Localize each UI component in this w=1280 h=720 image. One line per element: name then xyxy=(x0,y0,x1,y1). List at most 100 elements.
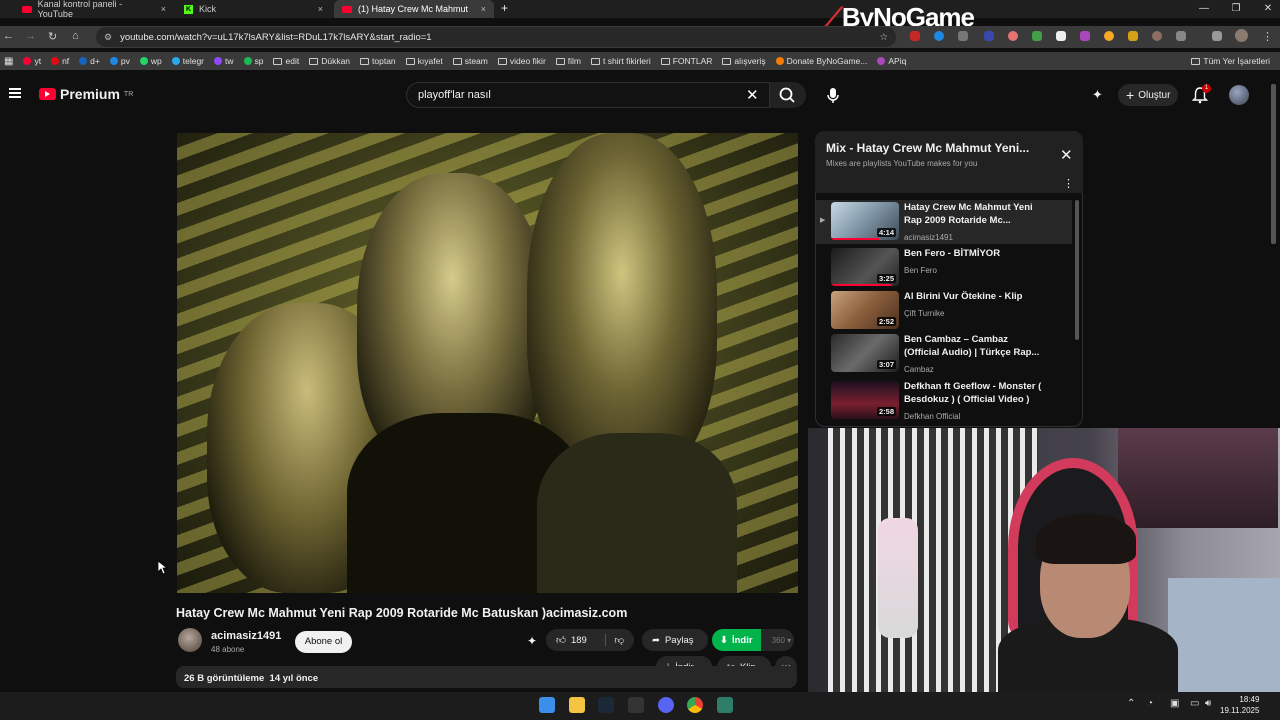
extension-icon[interactable] xyxy=(1128,31,1138,41)
video-thumbnail[interactable]: 3:25 xyxy=(831,248,899,286)
bookmark-pv[interactable]: pv xyxy=(109,56,130,66)
browser-menu-icon[interactable]: ⋮ xyxy=(1262,30,1273,43)
playlist-item-title[interactable]: Al Birini Vur Ötekine - Klip xyxy=(904,290,1044,303)
system-clock[interactable]: 18:49 19.11.2025 xyxy=(1220,694,1259,716)
extension-icon[interactable] xyxy=(1032,31,1042,41)
bookmark-folder-toptan[interactable]: toptan xyxy=(360,56,396,66)
extensions-puzzle-icon[interactable] xyxy=(1176,31,1186,41)
bookmark-yt[interactable]: yt xyxy=(23,56,41,66)
create-button[interactable]: + Oluştur xyxy=(1118,84,1179,106)
extension-icon[interactable] xyxy=(934,31,944,41)
extension-icon[interactable] xyxy=(910,31,920,41)
tab-kick[interactable]: K Kick × xyxy=(176,0,331,18)
bookmark-folder-steam[interactable]: steam xyxy=(452,56,488,66)
playlist-item[interactable]: 3:07 Ben Cambaz – Cambaz (Official Audio… xyxy=(816,332,1072,376)
apps-grid-icon[interactable]: ▦ xyxy=(4,56,13,67)
discord-icon[interactable] xyxy=(658,697,674,713)
bookmark-star-icon[interactable]: ☆ xyxy=(879,32,888,43)
video-thumbnail[interactable]: 3:07 xyxy=(831,334,899,372)
all-bookmarks-folder[interactable]: Tüm Yer İşaretleri xyxy=(1191,56,1270,66)
playlist-item-title[interactable]: Ben Fero - BİTMİYOR xyxy=(904,247,1044,260)
file-explorer-icon[interactable] xyxy=(569,697,585,713)
bookmark-folder-video-fikir[interactable]: video fikir xyxy=(497,56,546,66)
bookmark-wp[interactable]: wp xyxy=(139,56,162,66)
tab-current-video[interactable]: (1) Hatay Crew Mc Mahmut × xyxy=(334,0,494,18)
bookmark-folder-dukkan[interactable]: Dükkan xyxy=(309,56,350,66)
bookmark-tw[interactable]: tw xyxy=(214,56,234,66)
tray-app-icon[interactable]: ▣ xyxy=(1170,698,1179,709)
terminal-icon[interactable] xyxy=(628,697,644,713)
video-thumbnail[interactable]: 4:14 xyxy=(831,202,899,240)
tab-close-icon[interactable]: × xyxy=(481,4,486,14)
bookmark-folder-kiyafet[interactable]: kıyafet xyxy=(405,56,443,66)
quality-select[interactable]: 360 ▾ xyxy=(766,636,792,645)
ask-ai-icon[interactable]: ✦ xyxy=(527,634,537,648)
mix-title[interactable]: Mix - Hatay Crew Mc Mahmut Yeni... xyxy=(826,141,1029,155)
playlist-item-title[interactable]: Hatay Crew Mc Mahmut Yeni Rap 2009 Rotar… xyxy=(904,201,1044,227)
url-text[interactable]: youtube.com/watch?v=uL17k7lsARY&list=RDu… xyxy=(120,32,431,43)
download-extension-button[interactable]: ⬇ İndir 360 ▾ xyxy=(712,629,794,651)
subscribe-button[interactable]: Abone ol xyxy=(295,631,352,653)
channel-name[interactable]: acimasiz1491 xyxy=(211,630,281,642)
extension-icon[interactable] xyxy=(1104,31,1114,41)
tray-app-icon[interactable]: ◔ xyxy=(1147,698,1153,709)
playlist-item[interactable]: 2:52 Al Birini Vur Ötekine - Klip Çift T… xyxy=(816,289,1072,333)
tab-close-icon[interactable]: × xyxy=(318,4,323,14)
back-icon[interactable]: ← xyxy=(3,30,14,42)
video-thumbnail[interactable]: 2:52 xyxy=(831,291,899,329)
app-icon[interactable] xyxy=(717,697,733,713)
channel-avatar[interactable] xyxy=(178,628,202,652)
extension-icon[interactable] xyxy=(1080,31,1090,41)
tab-close-icon[interactable]: × xyxy=(161,4,166,14)
bookmark-folder-film[interactable]: film xyxy=(555,56,581,66)
new-tab-button[interactable]: + xyxy=(501,1,508,15)
extension-icon[interactable] xyxy=(958,31,968,41)
account-avatar[interactable] xyxy=(1229,85,1249,105)
restore-button[interactable]: ❐ xyxy=(1220,0,1252,18)
page-scrollbar[interactable] xyxy=(1271,84,1276,244)
steam-icon[interactable] xyxy=(598,697,614,713)
minimize-button[interactable]: — xyxy=(1188,0,1220,18)
volume-icon[interactable]: 🔊︎ xyxy=(1205,698,1211,709)
close-mix-icon[interactable]: ✕ xyxy=(1060,146,1073,164)
bookmark-apiq[interactable]: APiq xyxy=(877,56,906,66)
extension-icon[interactable] xyxy=(1008,31,1018,41)
search-input[interactable]: playoff'lar nasıl xyxy=(406,82,770,108)
windows-start-icon[interactable] xyxy=(539,697,555,713)
menu-icon[interactable] xyxy=(9,88,21,98)
network-icon[interactable]: ▭ xyxy=(1190,698,1199,709)
mix-scrollbar[interactable] xyxy=(1075,200,1079,340)
ai-sparkle-icon[interactable]: ✦ xyxy=(1092,87,1103,103)
video-player[interactable] xyxy=(177,133,798,593)
playlist-item[interactable]: ▶ 4:14 Hatay Crew Mc Mahmut Yeni Rap 200… xyxy=(816,200,1072,244)
chrome-icon[interactable] xyxy=(687,697,703,713)
playlist-item[interactable]: 3:25 Ben Fero - BİTMİYOR Ben Fero xyxy=(816,246,1072,290)
tab-channel-dashboard[interactable]: Kanal kontrol paneli - YouTube × xyxy=(14,0,174,19)
search-button[interactable] xyxy=(770,82,806,108)
mix-menu-icon[interactable]: ⋮ xyxy=(1063,177,1074,190)
bookmark-folder-alisveris[interactable]: alışveriş xyxy=(722,56,766,66)
bookmark-folder-tshirt[interactable]: t shirt fikirleri xyxy=(591,56,651,66)
video-thumbnail[interactable]: 2:58 xyxy=(831,381,899,419)
playlist-item[interactable]: 2:58 Defkhan ft Geeflow - Monster ( Besd… xyxy=(816,379,1072,423)
playlist-item-title[interactable]: Defkhan ft Geeflow - Monster ( Besdokuz … xyxy=(904,380,1044,406)
forward-icon[interactable]: → xyxy=(25,30,36,42)
extension-icon[interactable] xyxy=(1056,31,1066,41)
like-button[interactable]: 👍︎ 189 xyxy=(556,634,587,647)
tray-overflow-icon[interactable]: ⌃ xyxy=(1127,698,1135,709)
clear-search-icon[interactable]: ✕ xyxy=(746,86,759,104)
dislike-button[interactable]: 👎︎ xyxy=(605,634,624,646)
extension-icon[interactable] xyxy=(984,31,994,41)
bookmark-sp[interactable]: sp xyxy=(243,56,263,66)
bookmark-folder-edit[interactable]: edit xyxy=(273,56,299,66)
bookmark-dplus[interactable]: d+ xyxy=(79,56,100,66)
profile-avatar[interactable] xyxy=(1235,29,1248,42)
bookmark-nf[interactable]: nf xyxy=(51,56,69,66)
extension-icon[interactable] xyxy=(1152,31,1162,41)
bookmark-folder-fontlar[interactable]: FONTLAR xyxy=(660,56,712,66)
voice-search-button[interactable] xyxy=(822,82,844,108)
youtube-premium-logo[interactable]: Premium TR xyxy=(39,86,133,102)
video-description-box[interactable]: 26 B görüntüleme 14 yıl önce xyxy=(176,666,797,688)
url-bar[interactable]: ⚙ youtube.com/watch?v=uL17k7lsARY&list=R… xyxy=(96,27,896,47)
site-info-icon[interactable]: ⚙ xyxy=(104,32,112,43)
